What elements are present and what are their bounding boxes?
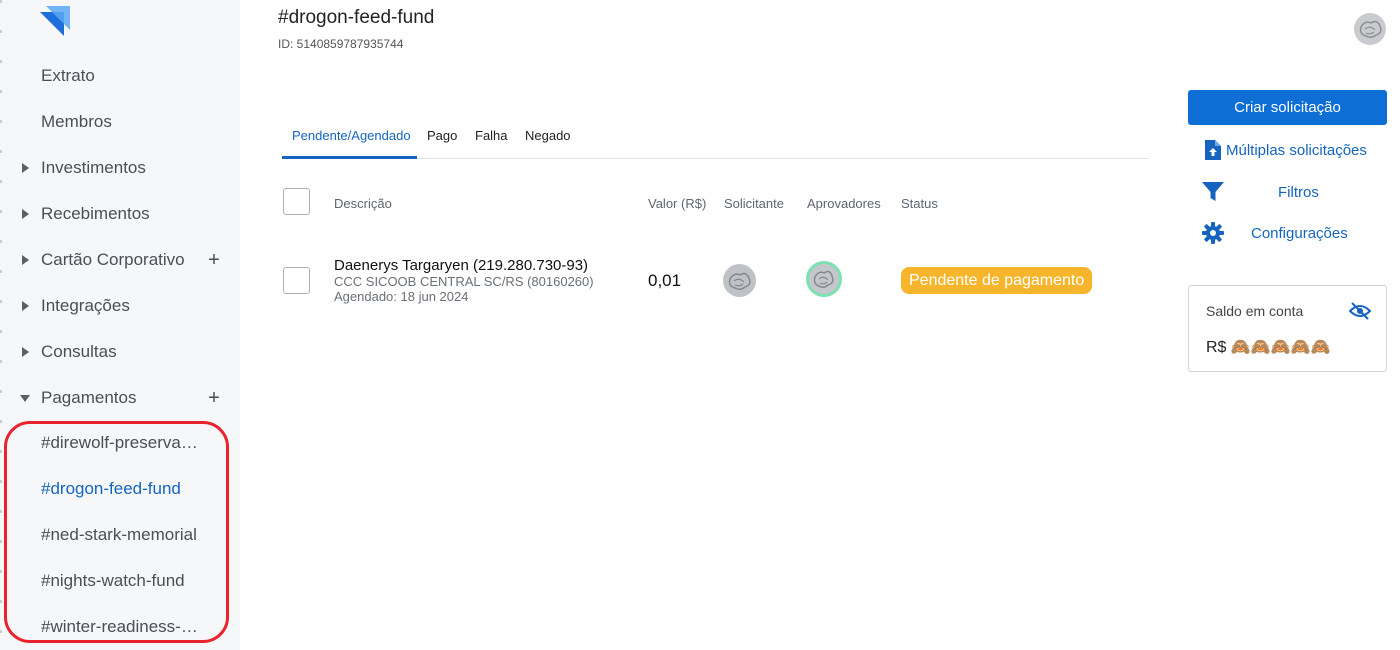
multiple-requests-label: Múltiplas solicitações (1226, 141, 1367, 159)
row-checkbox[interactable] (283, 267, 310, 294)
settings-label: Configurações (1251, 224, 1348, 242)
sidebar-subitem-label: #nights-watch-fund (41, 571, 185, 590)
avatar-doodle-icon (728, 272, 751, 291)
sidebar-item-extrato[interactable]: Extrato (0, 56, 240, 96)
sidebar-subitem-ned-stark[interactable]: #ned-stark-memorial (0, 515, 240, 555)
caret-right-icon (20, 208, 30, 220)
app-logo-icon[interactable] (40, 4, 74, 38)
active-tab-indicator (282, 156, 417, 159)
sidebar-item-pagamentos[interactable]: Pagamentos + (0, 378, 240, 418)
sidebar-item-label: Consultas (41, 342, 117, 361)
create-request-button[interactable]: Criar solicitação (1188, 90, 1387, 125)
requester-avatar[interactable] (723, 264, 756, 297)
caret-right-icon (20, 162, 30, 174)
file-upload-icon (1200, 137, 1226, 163)
balance-card: Saldo em conta R$ 🙈🙈🙈🙈🙈 (1188, 285, 1387, 372)
sidebar-item-recebimentos[interactable]: Recebimentos (0, 194, 240, 234)
add-card-button[interactable]: + (205, 250, 223, 270)
sidebar-subitem-drogon[interactable]: #drogon-feed-fund (0, 469, 240, 509)
page-title: #drogon-feed-fund (278, 7, 435, 28)
scheduled-date: Agendado: 18 jun 2024 (334, 289, 469, 304)
column-header-status[interactable]: Status (901, 196, 938, 211)
status-tabs: Pendente/Agendado Pago Falha Negado (282, 116, 1149, 159)
sidebar-subitem-label: #winter-readiness-fund (41, 617, 201, 636)
filters-button[interactable]: Filtros (1200, 179, 1319, 205)
sidebar-item-label: Investimentos (41, 158, 146, 177)
sidebar-item-consultas[interactable]: Consultas (0, 332, 240, 372)
approver-avatar[interactable] (806, 261, 842, 297)
tab-falha[interactable]: Falha (475, 128, 508, 143)
page-id: ID: 5140859787935744 (278, 37, 404, 51)
caret-right-icon (20, 346, 30, 358)
tab-negado[interactable]: Negado (525, 128, 571, 143)
sidebar-item-label: Cartão Corporativo (41, 250, 185, 269)
balance-value: R$ 🙈🙈🙈🙈🙈 (1206, 339, 1331, 356)
sidebar-subitem-label: #ned-stark-memorial (41, 525, 197, 544)
payee-bank: CCC SICOOB CENTRAL SC/RS (80160260) (334, 274, 594, 289)
multiple-requests-button[interactable]: Múltiplas solicitações (1200, 137, 1367, 163)
column-header-value[interactable]: Valor (R$) (648, 196, 706, 211)
filter-icon (1200, 179, 1226, 205)
eye-slash-icon[interactable] (1348, 300, 1372, 322)
tab-pago[interactable]: Pago (427, 128, 457, 143)
column-header-description[interactable]: Descrição (334, 196, 392, 211)
balance-title: Saldo em conta (1206, 303, 1304, 319)
sidebar-item-label: Pagamentos (41, 388, 137, 407)
avatar-doodle-icon (813, 270, 834, 289)
payee-name: Daenerys Targaryen (219.280.730-93) (334, 257, 589, 274)
sidebar-item-cartao-corporativo[interactable]: Cartão Corporativo + (0, 240, 240, 280)
sidebar-item-label: Extrato (41, 66, 95, 85)
gear-icon (1200, 220, 1226, 246)
column-header-approvers[interactable]: Aprovadores (807, 196, 881, 211)
column-header-requester[interactable]: Solicitante (724, 196, 784, 211)
sidebar-subitem-nights-watch[interactable]: #nights-watch-fund (0, 561, 240, 601)
sidebar-subitem-winter-readiness[interactable]: #winter-readiness-fund (0, 607, 240, 647)
sidebar-subitem-label: #drogon-feed-fund (41, 479, 181, 498)
sidebar-item-investimentos[interactable]: Investimentos (0, 148, 240, 188)
caret-right-icon (20, 300, 30, 312)
sidebar-item-label: Integrações (41, 296, 130, 315)
status-badge: Pendente de pagamento (901, 267, 1093, 294)
tab-pendente-agendado[interactable]: Pendente/Agendado (292, 128, 411, 143)
select-all-checkbox[interactable] (283, 188, 310, 215)
add-payment-group-button[interactable]: + (205, 388, 223, 408)
sidebar-item-membros[interactable]: Membros (0, 102, 240, 142)
filters-label: Filtros (1278, 183, 1319, 201)
caret-down-icon (20, 392, 30, 404)
caret-right-icon (20, 254, 30, 266)
user-avatar[interactable] (1354, 13, 1386, 45)
payment-value: 0,01 (648, 271, 682, 290)
settings-button[interactable]: Configurações (1200, 220, 1348, 246)
sidebar-item-integracoes[interactable]: Integrações (0, 286, 240, 326)
sidebar-subitem-direwolf[interactable]: #direwolf-preservation (0, 423, 240, 463)
sidebar-item-label: Recebimentos (41, 204, 150, 223)
sidebar-item-label: Membros (41, 112, 112, 131)
avatar-doodle-icon (1359, 20, 1382, 39)
sidebar: Extrato Membros Investimentos Recebiment… (0, 0, 240, 650)
sidebar-subitem-label: #direwolf-preservation (41, 433, 201, 452)
